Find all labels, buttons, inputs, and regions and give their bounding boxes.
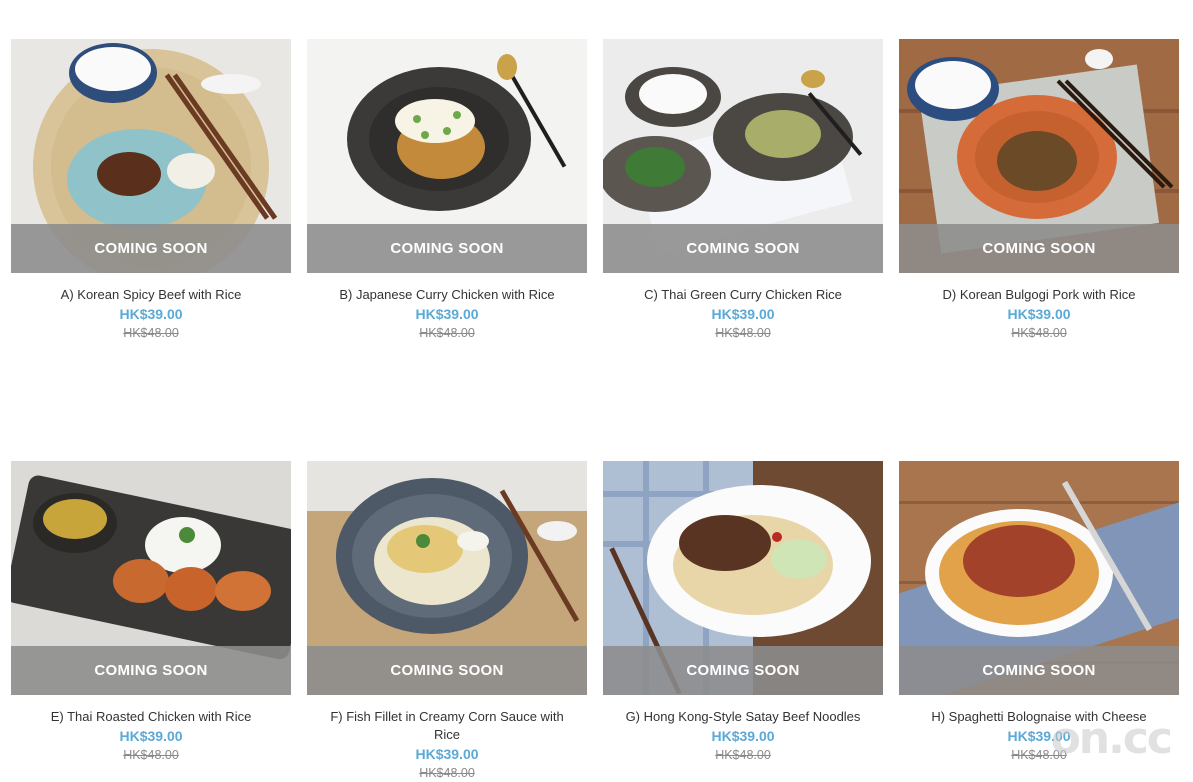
coming-soon-banner: COMING SOON — [899, 646, 1179, 695]
product-image[interactable]: COMING SOON — [307, 39, 587, 273]
product-name[interactable]: C) Thai Green Curry Chicken Rice — [603, 286, 883, 304]
product-name[interactable]: G) Hong Kong-Style Satay Beef Noodles — [603, 708, 883, 726]
product-price: HK$39.00 — [711, 306, 775, 322]
product-price: HK$39.00 — [711, 728, 775, 744]
product-name[interactable]: A) Korean Spicy Beef with Rice — [11, 286, 291, 304]
product-card-c[interactable]: COMING SOON C) Thai Green Curry Chicken … — [603, 39, 883, 342]
product-image[interactable]: COMING SOON — [603, 39, 883, 273]
product-name[interactable]: B) Japanese Curry Chicken with Rice — [307, 286, 587, 304]
product-grid: COMING SOON A) Korean Spicy Beef with Ri… — [0, 0, 1193, 782]
coming-soon-banner: COMING SOON — [307, 224, 587, 273]
product-original-price: HK$48.00 — [123, 748, 179, 762]
product-image[interactable]: COMING SOON — [307, 461, 587, 695]
product-price: HK$39.00 — [1007, 306, 1071, 322]
coming-soon-banner: COMING SOON — [11, 646, 291, 695]
product-original-price: HK$48.00 — [123, 326, 179, 340]
product-price: HK$39.00 — [119, 306, 183, 322]
product-original-price: HK$48.00 — [419, 326, 475, 340]
product-card-f[interactable]: COMING SOON F) Fish Fillet in Creamy Cor… — [307, 461, 587, 782]
product-original-price: HK$48.00 — [1011, 326, 1067, 340]
product-name[interactable]: E) Thai Roasted Chicken with Rice — [11, 708, 291, 726]
coming-soon-banner: COMING SOON — [603, 224, 883, 273]
product-original-price: HK$48.00 — [715, 748, 771, 762]
product-card-e[interactable]: COMING SOON E) Thai Roasted Chicken with… — [11, 461, 291, 764]
watermark-logo: on.cc — [1050, 713, 1173, 764]
product-original-price: HK$48.00 — [715, 326, 771, 340]
product-price: HK$39.00 — [119, 728, 183, 744]
product-image[interactable]: COMING SOON — [11, 39, 291, 273]
coming-soon-banner: COMING SOON — [11, 224, 291, 273]
product-name[interactable]: D) Korean Bulgogi Pork with Rice — [899, 286, 1179, 304]
product-image[interactable]: COMING SOON — [11, 461, 291, 695]
product-name[interactable]: F) Fish Fillet in Creamy Corn Sauce with… — [307, 708, 587, 744]
product-original-price: HK$48.00 — [419, 766, 475, 780]
product-price: HK$39.00 — [415, 306, 479, 322]
product-image[interactable]: COMING SOON — [899, 461, 1179, 695]
product-card-d[interactable]: COMING SOON D) Korean Bulgogi Pork with … — [899, 39, 1179, 342]
product-image[interactable]: COMING SOON — [603, 461, 883, 695]
coming-soon-banner: COMING SOON — [603, 646, 883, 695]
product-card-g[interactable]: COMING SOON G) Hong Kong-Style Satay Bee… — [603, 461, 883, 764]
coming-soon-banner: COMING SOON — [899, 224, 1179, 273]
coming-soon-banner: COMING SOON — [307, 646, 587, 695]
product-card-a[interactable]: COMING SOON A) Korean Spicy Beef with Ri… — [11, 39, 291, 342]
product-price: HK$39.00 — [415, 746, 479, 762]
product-card-b[interactable]: COMING SOON B) Japanese Curry Chicken wi… — [307, 39, 587, 342]
product-image[interactable]: COMING SOON — [899, 39, 1179, 273]
